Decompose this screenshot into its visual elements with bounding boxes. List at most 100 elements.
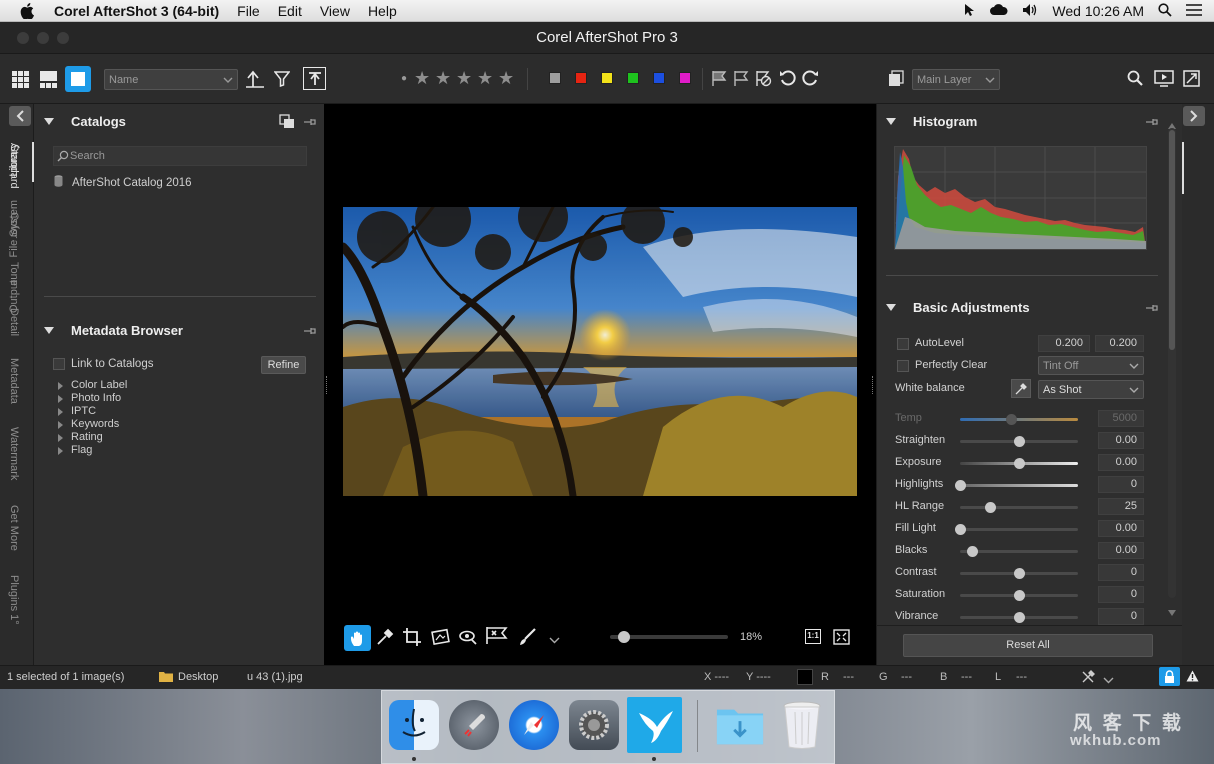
slider-value[interactable]: 0.00 <box>1098 432 1144 449</box>
tab-metadata[interactable]: Metadata <box>8 358 20 404</box>
single-view-icon[interactable] <box>65 66 91 92</box>
tab-detail[interactable]: Detail <box>8 308 20 336</box>
hand-tool-icon[interactable] <box>344 625 371 651</box>
tab-plugins[interactable]: Plugins 1° <box>8 575 20 625</box>
finder-icon[interactable] <box>389 700 439 750</box>
slider-handle[interactable] <box>1014 436 1025 447</box>
white-balance-picker-icon[interactable] <box>1011 379 1031 398</box>
app-menu[interactable]: Corel AfterShot 3 (64-bit) <box>54 3 219 19</box>
slider-value[interactable]: 0 <box>1098 564 1144 581</box>
trash-icon[interactable] <box>777 700 827 750</box>
pin-icon[interactable] <box>1145 302 1158 316</box>
photo-preview[interactable] <box>343 207 857 496</box>
right-resize-handle[interactable] <box>872 376 874 394</box>
slider-hl-range[interactable] <box>960 502 1078 513</box>
system-preferences-icon[interactable] <box>569 700 619 750</box>
tools-icon[interactable] <box>1081 670 1095 687</box>
link-to-catalogs-checkbox[interactable] <box>53 358 65 370</box>
collapse-metadata-icon[interactable] <box>44 327 54 334</box>
pin-icon[interactable] <box>1145 116 1158 130</box>
metadata-item-flag[interactable]: Flag <box>71 444 92 456</box>
star-2-icon[interactable]: ★ <box>435 68 451 89</box>
slider-blacks[interactable] <box>960 546 1078 557</box>
metadata-item-photo-info[interactable]: Photo Info <box>71 392 121 404</box>
catalog-item[interactable]: AfterShot Catalog 2016 <box>72 177 192 189</box>
metadata-item-color-label[interactable]: Color Label <box>71 379 127 391</box>
flag-reject-icon[interactable] <box>755 70 772 87</box>
catalog-search-input[interactable]: Search <box>53 146 307 166</box>
star-4-icon[interactable]: ★ <box>477 68 493 89</box>
flag-unflag-icon[interactable] <box>733 70 749 87</box>
star-1-icon[interactable]: ★ <box>414 68 430 89</box>
slider-handle[interactable] <box>1014 590 1025 601</box>
collapse-right-panel-icon[interactable] <box>1183 106 1205 126</box>
rotate-left-icon[interactable] <box>779 69 797 87</box>
slider-handle[interactable] <box>1014 458 1025 469</box>
menu-help[interactable]: Help <box>368 3 397 19</box>
expand-icon[interactable] <box>58 434 63 442</box>
metadata-item-rating[interactable]: Rating <box>71 431 103 443</box>
sort-select[interactable]: Name <box>104 69 238 90</box>
slider-handle[interactable] <box>1014 568 1025 579</box>
straighten-tool-icon[interactable] <box>431 628 450 649</box>
color-label-gray[interactable] <box>549 72 561 84</box>
split-view-icon[interactable] <box>40 71 57 88</box>
color-label-magenta[interactable] <box>679 72 691 84</box>
collapse-left-panel-icon[interactable] <box>9 106 31 126</box>
color-label-red[interactable] <box>575 72 587 84</box>
warning-icon[interactable] <box>1186 670 1199 685</box>
current-folder[interactable]: Desktop <box>178 671 218 683</box>
clock[interactable]: Wed 10:26 AM <box>1052 3 1144 19</box>
collapse-catalogs-icon[interactable] <box>44 118 54 125</box>
menu-view[interactable]: View <box>320 3 350 19</box>
cloud-icon[interactable] <box>990 3 1008 19</box>
menu-file[interactable]: File <box>237 3 260 19</box>
close-window-button[interactable] <box>17 32 29 44</box>
slider-handle[interactable] <box>984 502 996 513</box>
scrollbar-track[interactable] <box>1168 128 1176 598</box>
color-label-yellow[interactable] <box>601 72 613 84</box>
heal-clone-tool-icon[interactable] <box>486 625 508 648</box>
notification-center-icon[interactable] <box>1186 3 1202 19</box>
safari-icon[interactable] <box>509 700 559 750</box>
collapse-basic-icon[interactable] <box>886 304 896 311</box>
refine-button[interactable]: Refine <box>261 356 306 374</box>
tab-tone[interactable]: Tone <box>8 262 20 286</box>
slider-handle[interactable] <box>966 546 978 557</box>
perfectly-clear-select[interactable]: Tint Off <box>1038 356 1144 375</box>
slider-exposure[interactable] <box>960 458 1078 469</box>
autolevel-checkbox[interactable] <box>897 338 909 350</box>
slider-handle[interactable] <box>955 480 966 491</box>
layers-icon[interactable] <box>888 70 904 87</box>
scroll-down-icon[interactable] <box>1168 605 1176 619</box>
metadata-item-keywords[interactable]: Keywords <box>71 418 119 430</box>
downloads-folder-icon[interactable] <box>715 700 765 750</box>
tab-get-more[interactable]: Get More <box>8 505 20 551</box>
white-balance-select[interactable]: As Shot <box>1038 380 1144 399</box>
grid-view-icon[interactable] <box>12 71 29 88</box>
launchpad-icon[interactable] <box>449 700 499 750</box>
expand-icon[interactable] <box>58 382 63 390</box>
slider-handle[interactable] <box>955 524 966 535</box>
expand-icon[interactable] <box>58 421 63 429</box>
filter-icon[interactable] <box>274 71 290 87</box>
catalog-add-icon[interactable] <box>279 114 295 132</box>
spotlight-icon[interactable] <box>1158 2 1172 20</box>
perfectly-clear-checkbox[interactable] <box>897 360 909 372</box>
fit-to-screen-icon[interactable] <box>833 629 850 648</box>
zoom-1-to-1-button[interactable]: 1:1 <box>805 629 821 644</box>
zoom-window-button[interactable] <box>57 32 69 44</box>
fullscreen-icon[interactable] <box>1183 70 1200 87</box>
rotate-right-icon[interactable] <box>801 69 819 87</box>
zoom-slider[interactable] <box>610 631 728 643</box>
tab-standard[interactable]: Standard <box>8 144 20 189</box>
expand-icon[interactable] <box>58 395 63 403</box>
autolevel-value-2[interactable]: 0.200 <box>1095 335 1144 352</box>
sort-order-icon[interactable] <box>245 70 265 88</box>
scrollbar-thumb[interactable] <box>1169 130 1175 350</box>
slider-highlights[interactable] <box>955 480 1078 491</box>
pin-icon[interactable] <box>303 325 316 339</box>
metadata-item-iptc[interactable]: IPTC <box>71 405 96 417</box>
reset-all-button[interactable]: Reset All <box>903 634 1153 657</box>
minimize-window-button[interactable] <box>37 32 49 44</box>
